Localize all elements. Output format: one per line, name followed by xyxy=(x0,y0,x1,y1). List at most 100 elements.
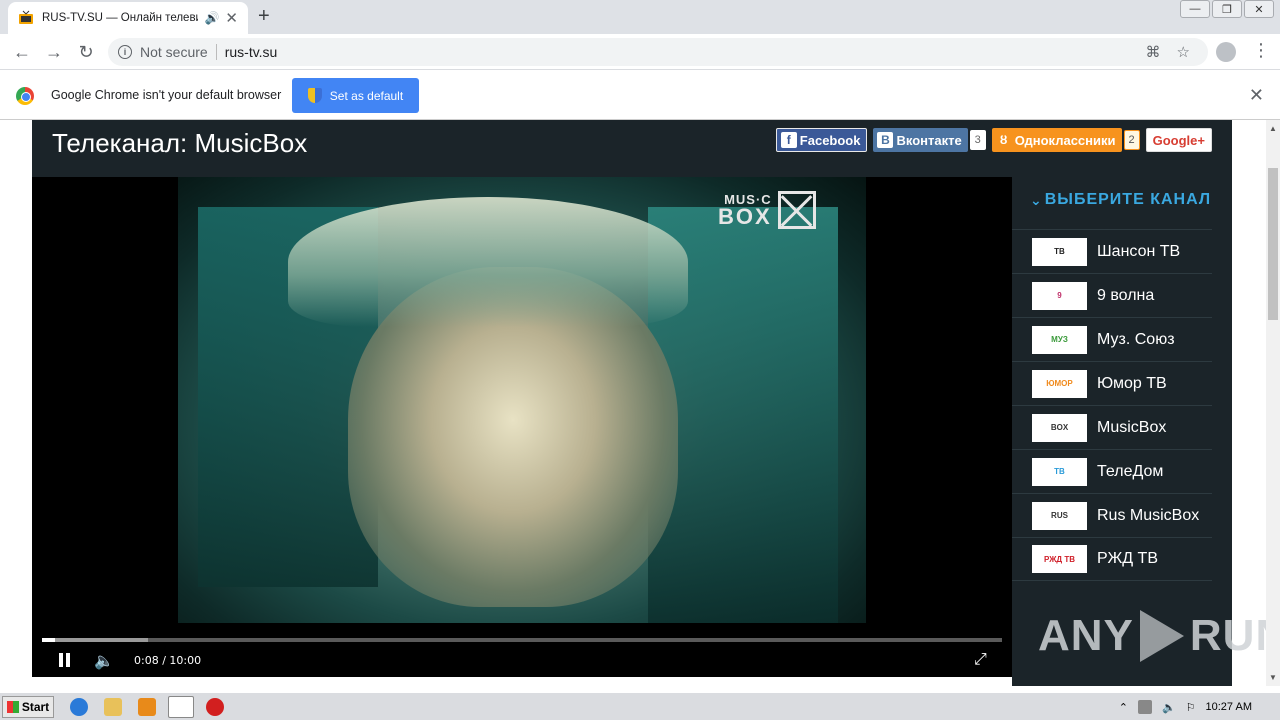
channel-header: Телеканал: MusicBox f Facebook B Вконтакте… xyxy=(32,120,1232,177)
scroll-down-icon[interactable]: ▼ xyxy=(1269,673,1277,682)
infobar-message: Google Chrome isn't your default browser xyxy=(51,88,282,102)
omnibox-actions: ⌘ ☆ xyxy=(1146,43,1190,61)
speaker-icon[interactable]: 🔈 xyxy=(1162,701,1176,714)
tab-strip: RUS-TV.SU — Онлайн телевид 🔊 ✕ + — ❐ ✕ xyxy=(0,0,1280,34)
address-bar[interactable]: i Not secure rus-tv.su ⌘ ☆ xyxy=(108,38,1208,66)
odnoklassniki-icon: ȣ xyxy=(999,133,1008,147)
musicbox-channel-logo: MUS·C BOX xyxy=(718,191,816,229)
channel-logo: BOX xyxy=(1032,413,1087,442)
vk-share-button[interactable]: B Вконтакте xyxy=(873,128,968,152)
channel-name: РЖД ТВ xyxy=(1097,550,1158,567)
start-button[interactable]: Start xyxy=(2,696,54,718)
video-player[interactable]: MUS·C BOX 🔈 0:08 / 10:00 ⤢ xyxy=(32,177,1012,677)
media-player-icon[interactable] xyxy=(138,698,156,716)
scrollbar-thumb[interactable] xyxy=(1268,168,1278,320)
channel-logo: МУЗ xyxy=(1032,325,1087,354)
anyrun-watermark: ANY RUN xyxy=(1038,610,1266,662)
tray-arrow-icon[interactable]: ⌃ xyxy=(1119,701,1128,714)
browser-toolbar: ← → ↻ i Not secure rus-tv.su ⌘ ☆ ⋮ xyxy=(0,34,1280,70)
reload-button[interactable]: ↻ xyxy=(74,40,98,64)
menu-icon[interactable]: ⋮ xyxy=(1252,40,1270,61)
network-icon[interactable] xyxy=(1137,700,1152,714)
info-icon[interactable]: i xyxy=(118,45,132,59)
played-indicator xyxy=(42,638,55,642)
watermark-left: ANY xyxy=(1038,611,1134,660)
scroll-up-icon[interactable]: ▲ xyxy=(1269,124,1277,133)
set-as-default-button[interactable]: Set as default xyxy=(292,78,419,113)
social-share-bar: f Facebook B Вконтакте 3 ȣ Одноклассники 2 … xyxy=(775,128,1212,152)
close-window-button[interactable]: ✕ xyxy=(1244,0,1274,18)
channel-item[interactable]: ТВ ТелеДом xyxy=(1012,449,1212,493)
channel-name: 9 волна xyxy=(1097,286,1155,304)
channel-item[interactable]: МУЗ Муз. Союз xyxy=(1012,317,1212,361)
stop-icon[interactable] xyxy=(206,698,224,716)
time-display: 0:08 / 10:00 xyxy=(134,654,202,667)
set-as-default-label: Set as default xyxy=(329,88,404,103)
channel-item[interactable]: ЮМОР Юмор ТВ xyxy=(1012,361,1212,405)
new-tab-button[interactable]: + xyxy=(258,5,270,28)
channel-item[interactable]: RUS Rus MusicBox xyxy=(1012,493,1212,537)
ok-label: Одноклассники xyxy=(1014,132,1116,148)
pause-icon[interactable] xyxy=(58,653,72,667)
fullscreen-icon[interactable]: ⤢ xyxy=(974,651,987,669)
channel-name: Rus MusicBox xyxy=(1097,506,1200,524)
restore-button[interactable]: ❐ xyxy=(1212,0,1242,18)
facebook-share-button[interactable]: f Facebook xyxy=(775,128,868,152)
vk-share-count: 3 xyxy=(969,130,986,150)
translate-icon[interactable]: ⌘ xyxy=(1146,43,1161,61)
divider xyxy=(215,44,217,60)
page-title: Телеканал: MusicBox xyxy=(52,128,308,158)
channel-list: ТВ Шансон ТВ 9 9 волна МУЗ Муз. Союз ЮМОР Юмор … xyxy=(1012,229,1212,581)
clock[interactable]: 10:27 AM xyxy=(1206,701,1252,713)
url-text[interactable]: rus-tv.su xyxy=(225,44,278,60)
infobar-close-icon[interactable]: ✕ xyxy=(1249,85,1264,106)
audio-playing-icon[interactable]: 🔊 xyxy=(204,11,219,25)
facebook-icon: f xyxy=(780,132,797,148)
minimize-button[interactable]: — xyxy=(1180,0,1210,18)
system-tray: ⌃ 🔈 ⚐ 10:27 AM xyxy=(1119,693,1280,721)
default-browser-infobar: Google Chrome isn't your default browser… xyxy=(0,71,1280,120)
bookmark-star-icon[interactable]: ☆ xyxy=(1177,43,1190,61)
back-button[interactable]: ← xyxy=(10,40,34,64)
channel-logo: RUS xyxy=(1032,501,1087,530)
channel-logo: РЖД ТВ xyxy=(1032,545,1087,573)
tab-close-icon[interactable]: ✕ xyxy=(225,9,238,27)
chrome-taskbar-button[interactable] xyxy=(168,696,194,718)
tab-title: RUS-TV.SU — Онлайн телевид xyxy=(42,12,199,24)
shield-icon xyxy=(307,88,322,103)
forward-button[interactable]: → xyxy=(42,40,66,64)
channel-name: ТелеДом xyxy=(1097,462,1164,480)
google-plus-label: Google+ xyxy=(1152,132,1205,148)
tv-favicon-icon xyxy=(19,10,33,24)
chevron-down-icon: ⌄ xyxy=(1030,191,1043,208)
progress-bar[interactable] xyxy=(42,638,1002,642)
folder-icon[interactable] xyxy=(104,698,122,716)
logo-text-bottom: BOX xyxy=(718,203,772,229)
channel-item[interactable]: BOX MusicBox xyxy=(1012,405,1212,449)
channel-name: MusicBox xyxy=(1097,418,1167,436)
volume-icon[interactable]: 🔈 xyxy=(94,651,114,671)
video-content xyxy=(288,197,688,327)
flag-icon[interactable]: ⚐ xyxy=(1186,701,1196,714)
ok-share-count: 2 xyxy=(1123,130,1140,150)
channel-item[interactable]: 9 9 волна xyxy=(1012,273,1212,317)
channel-name: Юмор ТВ xyxy=(1097,374,1167,392)
ok-share-button[interactable]: ȣ Одноклассники xyxy=(991,128,1122,152)
page-scrollbar[interactable]: ▲ ▼ xyxy=(1266,120,1280,686)
channel-logo: 9 xyxy=(1032,281,1087,310)
profile-avatar[interactable] xyxy=(1216,42,1236,62)
video-frame[interactable]: MUS·C BOX xyxy=(178,177,866,623)
channel-logo: ТВ xyxy=(1032,237,1087,266)
channel-logo: ЮМОР xyxy=(1032,369,1087,398)
browser-tab[interactable]: RUS-TV.SU — Онлайн телевид 🔊 ✕ xyxy=(8,2,248,34)
channel-name: Шансон ТВ xyxy=(1097,242,1181,260)
box-x-icon xyxy=(777,191,816,229)
ie-icon[interactable] xyxy=(70,698,88,716)
channel-item[interactable]: ТВ Шансон ТВ xyxy=(1012,229,1212,273)
channel-item[interactable]: РЖД ТВ РЖД ТВ xyxy=(1012,537,1212,581)
chrome-logo-icon xyxy=(16,87,34,105)
google-plus-share-button[interactable]: Google+ xyxy=(1145,128,1212,152)
start-label: Start xyxy=(21,700,50,714)
window-controls: — ❐ ✕ xyxy=(1178,0,1274,18)
watermark-right: RUN xyxy=(1189,611,1266,660)
